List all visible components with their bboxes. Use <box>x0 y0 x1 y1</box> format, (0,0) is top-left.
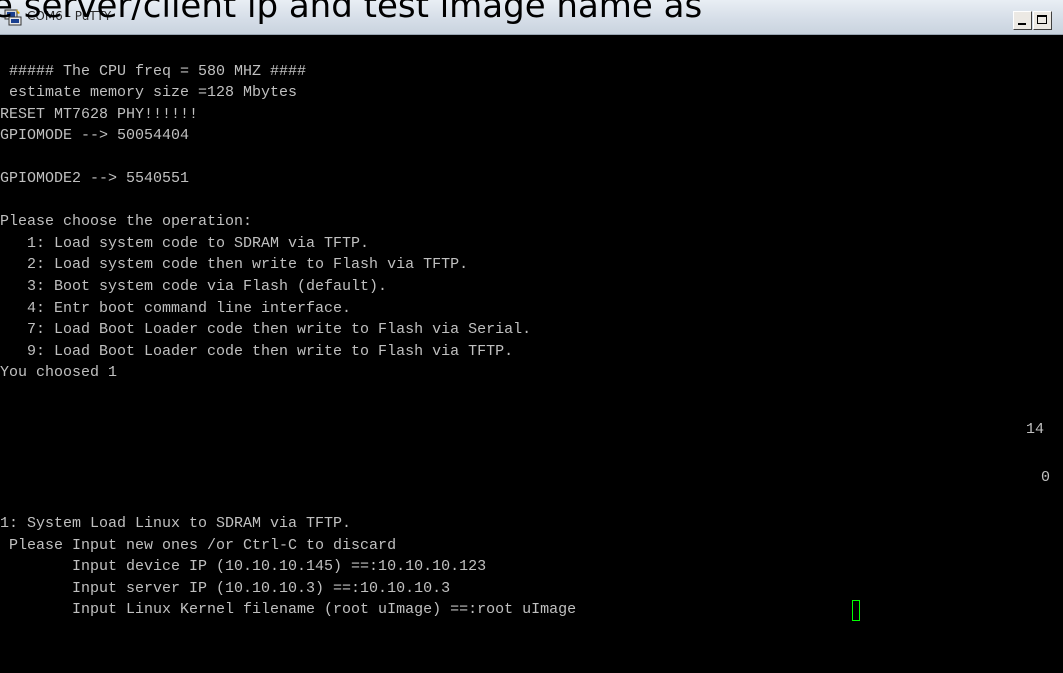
terminal-line: Please choose the operation: <box>0 213 253 230</box>
maximize-button[interactable] <box>1033 11 1052 30</box>
terminal-line: 7: Load Boot Loader code then write to F… <box>0 321 532 338</box>
minimize-icon <box>1018 23 1026 25</box>
terminal-line: Input server IP (10.10.10.3) ==:10.10.10… <box>0 580 451 597</box>
terminal-line: 1: Load system code to SDRAM via TFTP. <box>0 235 370 252</box>
countdown-value: 14 <box>1026 421 1045 438</box>
terminal-cursor <box>852 600 860 621</box>
maximize-icon <box>1037 15 1047 24</box>
terminal-line: RESET MT7628 PHY!!!!!! <box>0 106 199 123</box>
terminal-line: 1: System Load Linux to SDRAM via TFTP. <box>0 515 352 532</box>
terminal-line: 2: Load system code then write to Flash … <box>0 256 469 273</box>
terminal-line: GPIOMODE2 --> 5540551 <box>0 170 190 187</box>
putty-window: COM6 - PuTTY ##### The CPU freq = 580 MH… <box>0 0 1063 673</box>
screenshot-page: COM6 - PuTTY ##### The CPU freq = 580 MH… <box>0 0 1063 673</box>
terminal-line: ##### The CPU freq = 580 MHZ #### <box>0 63 307 80</box>
countdown-value: 0 <box>1041 469 1051 486</box>
terminal-line: Input device IP (10.10.10.145) ==:10.10.… <box>0 558 487 575</box>
terminal-line: 4: Entr boot command line interface. <box>0 300 352 317</box>
terminal-line: 9: Load Boot Loader code then write to F… <box>0 343 514 360</box>
terminal-line: 3: Boot system code via Flash (default). <box>0 278 388 295</box>
terminal-line: estimate memory size =128 Mbytes <box>0 84 298 101</box>
terminal-line: Please Input new ones /or Ctrl-C to disc… <box>0 537 397 554</box>
terminal-line: GPIOMODE --> 50054404 <box>0 127 190 144</box>
minimize-button[interactable] <box>1013 11 1032 30</box>
putty-icon <box>4 8 22 26</box>
terminal-line: You choosed 1 <box>0 364 118 381</box>
window-title: COM6 - PuTTY <box>27 9 112 23</box>
terminal-line: Input Linux Kernel filename (root uImage… <box>0 601 577 618</box>
terminal-area[interactable]: ##### The CPU freq = 580 MHZ #### estima… <box>0 35 1063 673</box>
title-bar[interactable]: COM6 - PuTTY <box>0 0 1063 35</box>
